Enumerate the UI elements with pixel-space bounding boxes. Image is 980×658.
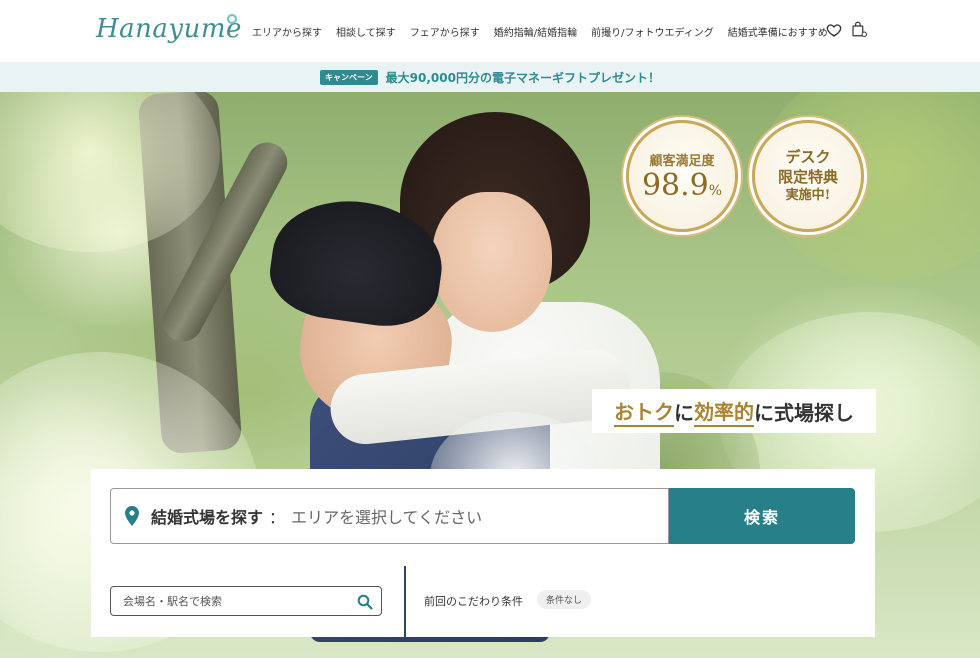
hero-catchphrase: おトク に 効率的 に式場探し: [592, 389, 876, 433]
catch-part3: 効率的: [694, 396, 754, 427]
area-placeholder: エリアを選択してください: [291, 508, 483, 527]
search-button[interactable]: 検索: [669, 488, 855, 544]
nav-item-preparation[interactable]: 結婚式準備におすすめ ⌄: [728, 24, 838, 39]
bride-face: [432, 192, 552, 332]
desk-badge-line2: 限定特典: [777, 168, 838, 187]
campaign-text[interactable]: 最大90,000円分の電子マネーギフトプレゼント！: [386, 69, 660, 86]
venue-search-placeholder: 会場名・駅名で検索: [123, 595, 222, 608]
desk-badge-line3: 実施中!: [785, 188, 831, 204]
area-label: 結婚式場を探す: [151, 508, 264, 527]
catch-part1: おトク: [614, 396, 674, 427]
main-nav: エリアから探す 相談して探す フェアから探す 婚約指輪/結婚指輪 前撮り/フォト…: [252, 24, 851, 39]
catch-part2: に: [674, 400, 694, 425]
satisfaction-badge: 顧客満足度 98.9%: [626, 120, 738, 232]
satisfaction-label: 顧客満足度: [649, 154, 715, 169]
venue-search-input[interactable]: 会場名・駅名で検索: [110, 586, 382, 616]
logo-flower-icon: [227, 14, 237, 24]
bag-icon[interactable]: [850, 20, 868, 38]
desk-benefit-badge: デスク 限定特典 実施中!: [752, 120, 864, 232]
previous-conditions-label: 前回のこだわり条件: [424, 595, 523, 608]
campaign-badge: キャンペーン: [320, 70, 378, 85]
nav-item-consult[interactable]: 相談して探す: [336, 24, 396, 39]
previous-conditions-tag[interactable]: 条件なし: [537, 590, 592, 609]
nav-item-photo-wedding[interactable]: 前撮り/フォトウエディング: [591, 24, 714, 39]
nav-item-area[interactable]: エリアから探す: [252, 24, 322, 39]
map-pin-icon: [125, 506, 139, 526]
satisfaction-value: 98.9%: [642, 169, 722, 202]
area-select-field[interactable]: 結婚式場を探す ： エリアを選択してください: [110, 488, 669, 544]
nav-item-preparation-label: 結婚式準備におすすめ: [727, 28, 828, 39]
catch-part4: に式場探し: [754, 400, 854, 425]
nav-item-rings[interactable]: 婚約指輪/結婚指輪: [494, 24, 577, 39]
satisfaction-unit: %: [708, 183, 723, 199]
satisfaction-number: 98.9: [641, 168, 709, 203]
desk-badge-line1: デスク: [785, 147, 831, 166]
nav-item-fair[interactable]: フェアから探す: [410, 24, 480, 39]
area-separator: ：: [269, 508, 286, 527]
site-logo[interactable]: Hanayume: [96, 14, 242, 44]
search-icon[interactable]: [357, 594, 373, 610]
campaign-bar[interactable]: キャンペーン 最大90,000円分の電子マネーギフトプレゼント！: [0, 63, 980, 92]
site-header: Hanayume エリアから探す 相談して探す フェアから探す 婚約指輪/結婚指…: [0, 0, 980, 63]
heart-icon[interactable]: [826, 22, 842, 38]
